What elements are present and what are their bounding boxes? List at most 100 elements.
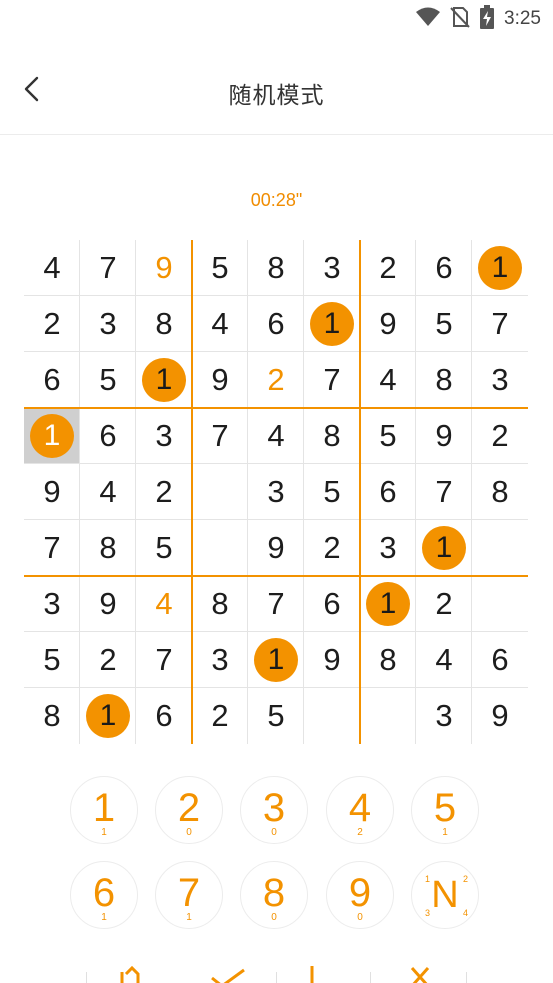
sudoku-cell[interactable]: 5 <box>304 464 360 520</box>
key-4[interactable]: 4 2 <box>326 776 394 844</box>
sudoku-cell[interactable]: 3 <box>80 296 136 352</box>
status-bar: 3:25 <box>0 0 553 40</box>
cell-value: 1 <box>478 246 522 290</box>
erase-button[interactable] <box>400 962 440 983</box>
sudoku-cell[interactable]: 4 <box>136 576 192 632</box>
sudoku-cell[interactable]: 2 <box>80 632 136 688</box>
sudoku-cell[interactable]: 8 <box>24 688 80 744</box>
sudoku-cell[interactable]: 4 <box>192 296 248 352</box>
sudoku-cell[interactable]: 6 <box>416 240 472 296</box>
sudoku-cell[interactable]: 8 <box>80 520 136 576</box>
sudoku-cell[interactable]: 8 <box>192 576 248 632</box>
sudoku-cell[interactable]: 1 <box>472 240 528 296</box>
key-5[interactable]: 5 1 <box>411 776 479 844</box>
sudoku-cell[interactable]: 8 <box>136 296 192 352</box>
sudoku-cell[interactable]: 7 <box>24 520 80 576</box>
sudoku-cell[interactable]: 1 <box>136 352 192 408</box>
sudoku-cell[interactable]: 2 <box>360 240 416 296</box>
sudoku-cell[interactable]: 5 <box>360 408 416 464</box>
sudoku-cell[interactable]: 9 <box>80 576 136 632</box>
notes-mode-key[interactable]: N 1 2 3 4 <box>411 861 479 929</box>
sudoku-cell[interactable]: 1 <box>248 632 304 688</box>
key-3[interactable]: 3 0 <box>240 776 308 844</box>
sudoku-cell[interactable]: 3 <box>192 632 248 688</box>
sudoku-cell[interactable]: 5 <box>192 240 248 296</box>
sudoku-cell[interactable]: 5 <box>416 296 472 352</box>
sudoku-cell[interactable]: 2 <box>136 464 192 520</box>
sudoku-cell[interactable]: 4 <box>360 352 416 408</box>
sudoku-cell[interactable]: 2 <box>248 352 304 408</box>
sudoku-cell[interactable]: 4 <box>80 464 136 520</box>
key-2[interactable]: 2 0 <box>155 776 223 844</box>
sudoku-cell[interactable]: 5 <box>80 352 136 408</box>
sudoku-cell[interactable] <box>192 520 248 576</box>
key-8[interactable]: 8 0 <box>240 861 308 929</box>
sudoku-cell[interactable]: 7 <box>248 576 304 632</box>
sudoku-cell[interactable]: 1 <box>80 688 136 744</box>
sudoku-cell[interactable] <box>360 688 416 744</box>
sudoku-cell[interactable]: 3 <box>304 240 360 296</box>
sudoku-cell[interactable]: 3 <box>416 688 472 744</box>
sudoku-cell[interactable]: 4 <box>248 408 304 464</box>
sudoku-cell[interactable]: 5 <box>136 520 192 576</box>
sudoku-cell[interactable]: 3 <box>136 408 192 464</box>
sudoku-cell[interactable]: 7 <box>80 240 136 296</box>
sudoku-cell[interactable]: 2 <box>24 296 80 352</box>
sudoku-cell[interactable]: 4 <box>416 632 472 688</box>
sudoku-cell[interactable]: 1 <box>360 576 416 632</box>
sudoku-cell[interactable]: 3 <box>248 464 304 520</box>
sudoku-cell[interactable] <box>472 576 528 632</box>
sudoku-cell[interactable]: 8 <box>472 464 528 520</box>
key-9[interactable]: 9 0 <box>326 861 394 929</box>
pencil-button[interactable] <box>292 962 332 983</box>
sudoku-cell[interactable]: 5 <box>248 688 304 744</box>
sudoku-cell[interactable]: 6 <box>360 464 416 520</box>
sudoku-cell[interactable]: 7 <box>304 352 360 408</box>
sudoku-cell[interactable]: 6 <box>24 352 80 408</box>
sudoku-cell[interactable]: 6 <box>304 576 360 632</box>
sudoku-cell[interactable]: 7 <box>472 296 528 352</box>
sudoku-cell[interactable]: 2 <box>304 520 360 576</box>
sudoku-cell[interactable]: 3 <box>472 352 528 408</box>
undo-button[interactable] <box>110 962 150 983</box>
sudoku-cell[interactable]: 6 <box>136 688 192 744</box>
key-digit: 7 <box>177 871 201 915</box>
sudoku-cell[interactable]: 9 <box>360 296 416 352</box>
sudoku-cell[interactable]: 4 <box>24 240 80 296</box>
sudoku-cell[interactable]: 9 <box>192 352 248 408</box>
sudoku-cell[interactable]: 6 <box>472 632 528 688</box>
sudoku-cell[interactable]: 6 <box>248 296 304 352</box>
sudoku-cell[interactable]: 7 <box>136 632 192 688</box>
sudoku-cell[interactable]: 2 <box>472 408 528 464</box>
sudoku-cell[interactable] <box>192 464 248 520</box>
sudoku-cell[interactable]: 2 <box>192 688 248 744</box>
sudoku-cell[interactable]: 1 <box>304 296 360 352</box>
sudoku-cell[interactable]: 9 <box>416 408 472 464</box>
sudoku-cell[interactable]: 9 <box>24 464 80 520</box>
sudoku-cell[interactable]: 8 <box>248 240 304 296</box>
cell-value: 9 <box>99 586 117 621</box>
sudoku-cell[interactable]: 8 <box>416 352 472 408</box>
sudoku-cell[interactable]: 9 <box>248 520 304 576</box>
sudoku-cell[interactable]: 3 <box>360 520 416 576</box>
sudoku-cell[interactable]: 2 <box>416 576 472 632</box>
key-1[interactable]: 1 1 <box>70 776 138 844</box>
sudoku-cell[interactable]: 7 <box>416 464 472 520</box>
sudoku-cell[interactable]: 6 <box>80 408 136 464</box>
sudoku-cell[interactable]: 3 <box>24 576 80 632</box>
sudoku-cell[interactable]: 9 <box>304 632 360 688</box>
check-button[interactable] <box>208 962 248 983</box>
sudoku-cell[interactable] <box>472 520 528 576</box>
sudoku-cell[interactable]: 8 <box>304 408 360 464</box>
sudoku-cell[interactable]: 8 <box>360 632 416 688</box>
sudoku-cell[interactable]: 5 <box>24 632 80 688</box>
sudoku-cell[interactable]: 1 <box>416 520 472 576</box>
sudoku-cell-selected[interactable]: 1 <box>24 408 80 464</box>
sudoku-cell[interactable] <box>304 688 360 744</box>
key-7[interactable]: 7 1 <box>155 861 223 929</box>
sudoku-cell[interactable]: 9 <box>136 240 192 296</box>
sudoku-cell[interactable]: 7 <box>192 408 248 464</box>
key-6[interactable]: 6 1 <box>70 861 138 929</box>
notes-corner-4: 4 <box>463 908 469 918</box>
sudoku-cell[interactable]: 9 <box>472 688 528 744</box>
